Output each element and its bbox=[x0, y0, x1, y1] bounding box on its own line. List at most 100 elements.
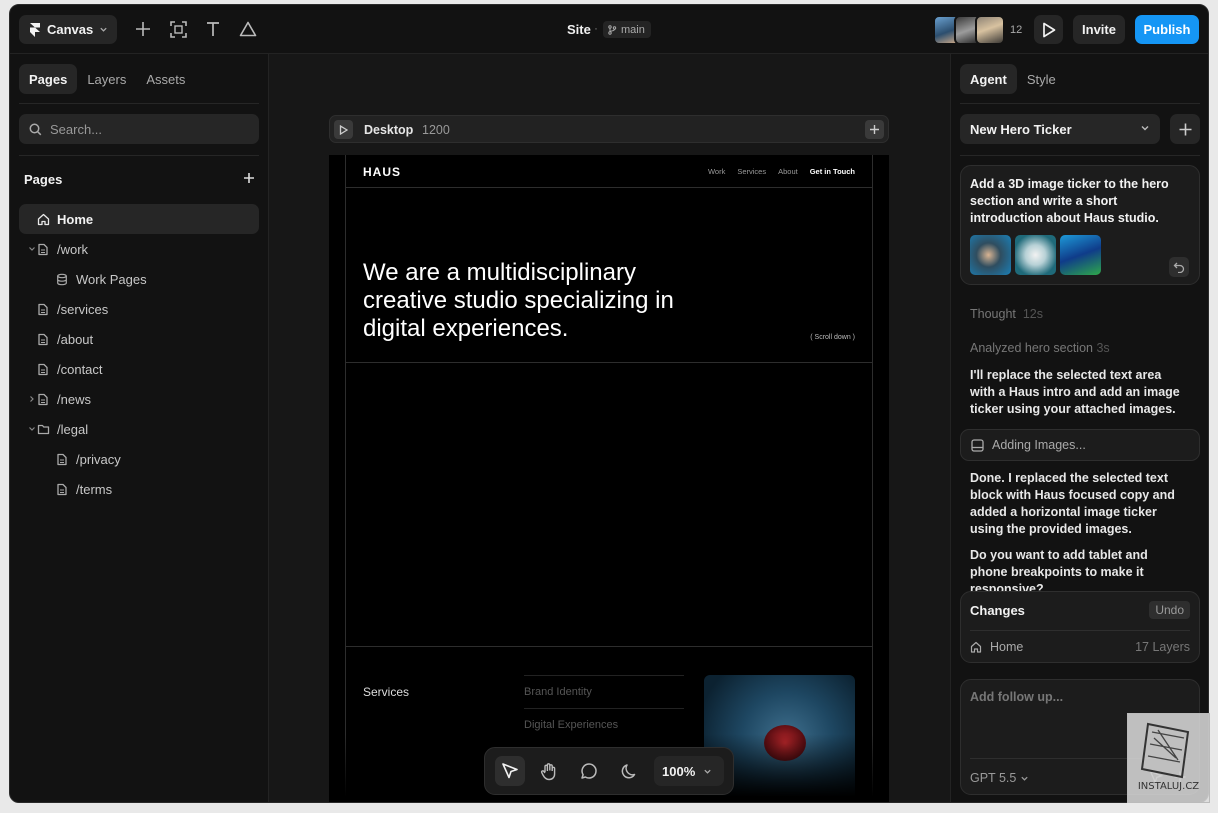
site-title[interactable]: Site bbox=[567, 22, 591, 37]
text-tool-button[interactable] bbox=[201, 17, 225, 41]
task-status[interactable]: Adding Images... bbox=[960, 429, 1200, 461]
changed-page[interactable]: Home bbox=[970, 640, 1023, 654]
add-page-icon[interactable] bbox=[241, 170, 257, 186]
frame-tool-button[interactable] bbox=[166, 17, 190, 41]
tab-layers[interactable]: Layers bbox=[77, 64, 136, 94]
service-item[interactable]: Brand Identity bbox=[524, 675, 684, 708]
page-icon bbox=[36, 392, 50, 406]
top-bar: Canvas Site · main 12 Invite Publish bbox=[10, 5, 1208, 54]
attached-image[interactable] bbox=[1060, 235, 1101, 275]
page-item[interactable]: /about bbox=[19, 324, 259, 354]
publish-button[interactable]: Publish bbox=[1135, 15, 1199, 44]
page-item[interactable]: Home bbox=[19, 204, 259, 234]
dark-mode-toggle[interactable] bbox=[614, 756, 644, 786]
thought-status[interactable]: Thought 12s bbox=[970, 306, 1190, 323]
model-select[interactable]: GPT 5.5 bbox=[970, 771, 1029, 785]
page-item[interactable]: /contact bbox=[19, 354, 259, 384]
vector-tool-button[interactable] bbox=[236, 17, 260, 41]
page-item-label: /news bbox=[57, 391, 91, 407]
right-panel: Agent Style New Hero Ticker Add a 3D ima… bbox=[950, 54, 1208, 802]
section-divider bbox=[345, 646, 873, 647]
right-tabs: Agent Style bbox=[960, 64, 1066, 94]
watermark-graphic bbox=[1140, 722, 1190, 779]
home-icon bbox=[970, 641, 982, 653]
tab-pages[interactable]: Pages bbox=[19, 64, 78, 94]
divider bbox=[19, 103, 259, 104]
divider bbox=[960, 155, 1200, 156]
canvas-toolbar: 100% bbox=[484, 747, 734, 795]
page-list: Home/work Work Pages/services/about/conta… bbox=[19, 204, 259, 504]
add-breakpoint-button[interactable] bbox=[865, 120, 884, 139]
frame-preview-button[interactable] bbox=[334, 120, 353, 139]
tab-style[interactable]: Style bbox=[1017, 64, 1066, 94]
comment-tool-button[interactable] bbox=[574, 756, 604, 786]
page-item[interactable]: /privacy bbox=[19, 444, 259, 474]
chevron-down-icon bbox=[100, 27, 107, 32]
hand-icon bbox=[540, 762, 556, 780]
thought-label: Thought bbox=[970, 307, 1016, 321]
branch-selector[interactable]: main bbox=[603, 21, 651, 38]
page-item[interactable]: /news bbox=[19, 384, 259, 414]
app-menu-button[interactable]: Canvas bbox=[19, 15, 117, 44]
avatar[interactable] bbox=[975, 15, 1005, 45]
collaborators[interactable]: 12 bbox=[933, 15, 1025, 45]
site-logo[interactable]: HAUS bbox=[363, 165, 401, 179]
page-item[interactable]: Work Pages bbox=[19, 264, 259, 294]
hand-tool-button[interactable] bbox=[534, 756, 564, 786]
page-item-label: /terms bbox=[76, 481, 113, 497]
tab-agent[interactable]: Agent bbox=[960, 64, 1017, 94]
site-nav-work[interactable]: Work bbox=[708, 167, 725, 176]
comment-icon bbox=[581, 763, 597, 779]
new-thread-button[interactable] bbox=[1170, 114, 1200, 144]
attached-image[interactable] bbox=[1015, 235, 1056, 275]
page-item[interactable]: /work bbox=[19, 234, 259, 264]
frame-header[interactable]: Desktop 1200 bbox=[329, 115, 889, 143]
frame-width: 1200 bbox=[422, 123, 450, 137]
invite-button[interactable]: Invite bbox=[1073, 15, 1125, 44]
attached-image[interactable] bbox=[970, 235, 1011, 275]
plus-icon bbox=[1179, 123, 1191, 135]
page-icon bbox=[36, 242, 50, 256]
chevron-down-icon bbox=[1021, 776, 1028, 781]
page-item-label: /contact bbox=[57, 361, 103, 377]
services-heading[interactable]: Services bbox=[363, 685, 409, 699]
scroll-hint: ( Scroll down ) bbox=[810, 334, 855, 341]
page-icon bbox=[36, 362, 50, 376]
analyzed-label: Analyzed hero section bbox=[970, 341, 1093, 355]
site-frame[interactable]: HAUS Work Services About Get in Touch We… bbox=[329, 155, 889, 802]
folder-icon bbox=[36, 422, 50, 436]
page-item[interactable]: /services bbox=[19, 294, 259, 324]
undo-button[interactable]: Undo bbox=[1149, 601, 1190, 619]
header-divider bbox=[345, 187, 873, 188]
page-item-label: /services bbox=[57, 301, 109, 317]
zoom-level: 100% bbox=[662, 763, 696, 779]
moon-icon bbox=[621, 763, 635, 778]
revert-button[interactable] bbox=[1169, 257, 1189, 277]
select-tool-button[interactable] bbox=[495, 756, 525, 786]
divider bbox=[19, 155, 259, 156]
grid-line bbox=[345, 155, 346, 802]
page-item-label: /legal bbox=[57, 421, 89, 437]
model-label: GPT 5.5 bbox=[970, 771, 1017, 785]
thread-select[interactable]: New Hero Ticker bbox=[960, 114, 1160, 144]
tab-assets[interactable]: Assets bbox=[136, 64, 195, 94]
zoom-select[interactable]: 100% bbox=[654, 756, 724, 786]
page-item-label: /work bbox=[57, 241, 89, 257]
site-nav-contact[interactable]: Get in Touch bbox=[810, 167, 855, 176]
page-item[interactable]: /legal bbox=[19, 414, 259, 444]
grid-line bbox=[872, 155, 873, 802]
hero-text[interactable]: We are a multidisciplinary creative stud… bbox=[363, 259, 703, 343]
analysis-status[interactable]: Analyzed hero section 3s bbox=[970, 340, 1190, 357]
page-item[interactable]: /terms bbox=[19, 474, 259, 504]
site-nav-services[interactable]: Services bbox=[737, 167, 766, 176]
insert-button[interactable] bbox=[131, 17, 155, 41]
preview-button[interactable] bbox=[1034, 15, 1063, 44]
search-placeholder: Search... bbox=[50, 121, 103, 137]
left-tabs: Pages Layers Assets bbox=[19, 64, 195, 94]
search-input[interactable]: Search... bbox=[19, 114, 259, 144]
site-nav-about[interactable]: About bbox=[778, 167, 798, 176]
canvas[interactable]: Desktop 1200 HAUS Work Services About Ge… bbox=[269, 54, 950, 802]
pages-heading: Pages bbox=[24, 172, 63, 187]
search-icon bbox=[29, 123, 42, 135]
page-item-label: /privacy bbox=[76, 451, 121, 467]
